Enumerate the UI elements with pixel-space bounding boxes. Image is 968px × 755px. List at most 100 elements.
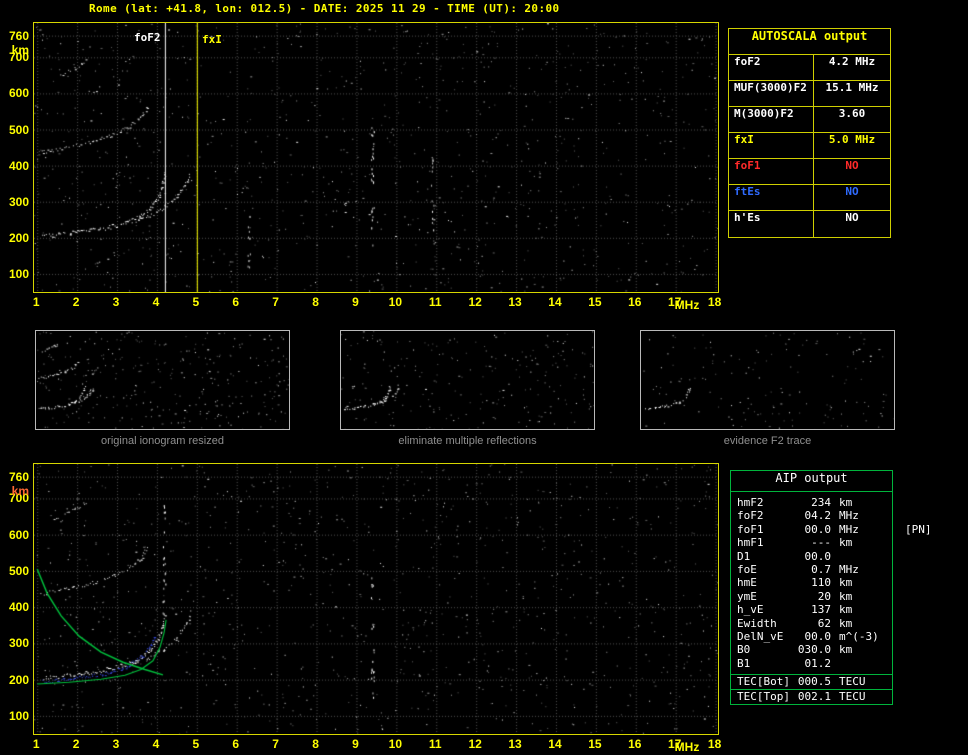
aip-row-value: 110 [811,576,831,590]
ytick-label: km [11,483,29,498]
aip-row: B1 01.2 [737,657,892,670]
aip-row: B0 030.0 km [737,643,892,656]
aip-row-value: 002.1 [797,690,831,704]
xtick-label: 7 [272,295,279,309]
aip-row-label: DelN_vE [737,629,784,643]
aip-row-label: hmE [737,576,757,590]
ytick-label: 200 [8,672,29,687]
aip-row: DelN_vE 00.0 m^(-3) [737,630,892,643]
aip-row: D1 00.0 [737,550,892,563]
xtick-label: 6 [232,295,240,309]
table-row: MUF(3000)F2 15.1 MHz [729,81,890,107]
aip-body: hmF2 234 km foF2 04.2 MHz foF1 00.0 MHz … [731,492,932,674]
aip-row-unit: km [839,576,853,590]
table-row: foF1 NO [729,159,890,185]
autoscala-output-table: AUTOSCALA output foF2 4.2 MHz MUF(3000)F… [728,28,891,238]
autoscala-row-value: 15.1 MHz [825,81,879,94]
aip-output-table: AIP output hmF2 234 km foF2 04.2 MHz foF… [730,470,932,706]
xtick-label: 12 [468,295,482,309]
xtick-label: 14 [548,295,562,309]
xtick-label: 11 [428,295,442,309]
autoscala-row-label: MUF(3000)F2 [729,81,814,106]
aip-row-unit: MHz [839,522,859,536]
aip-row-label: TEC[Bot] [737,675,790,689]
aip-pn-flag: [PN] [905,522,932,536]
mini-panel-original [35,330,290,430]
xtick-label: 4 [152,737,160,751]
autoscala-row-label: M(3000)F2 [729,107,814,132]
ytick-label: km [11,42,29,57]
aip-row-unit: km [839,496,853,509]
aip-row: h_vE 137 km [737,603,892,616]
mini-canvas-filtered [341,331,594,429]
xtick-label: 3 [112,737,120,751]
aip-row-label: foF1 [737,522,764,536]
mini-canvas-original [36,331,289,429]
ytick-label: 100 [8,266,29,281]
table-row: h'Es NO [729,211,890,237]
fxi-annotation-label: fxI [202,33,222,46]
ytick-label: 500 [8,122,29,137]
aip-row-unit: MHz [839,562,859,576]
aip-row-value: 234 [811,496,831,509]
ytick-label: 300 [8,636,29,651]
aip-row-unit: km [839,643,853,657]
xtick-label: 18 [707,295,722,309]
aip-row-value: 00.0 [804,522,832,536]
xtick-label: 9 [352,737,359,751]
aip-row: hmE 110 km [737,576,892,589]
autoscala-row-label: fxI [729,133,814,158]
aip-row-label: B0 [737,643,751,657]
table-row: M(3000)F2 3.60 [729,107,890,133]
aip-row: foE 0.7 MHz [737,563,892,576]
autoscala-row-value: 4.2 MHz [828,55,876,68]
xtick-label: 7 [272,737,279,751]
aip-row-unit: TECU [839,690,866,704]
mini-panel-filtered [340,330,595,430]
aip-row-value: 030.0 [797,643,831,657]
xtick-label: 16 [628,295,642,309]
ytick-label: 400 [8,600,29,615]
aip-row: ymE 20 km [737,590,892,603]
mini-panel-evidence [640,330,895,430]
xtick-label: 12 [468,737,482,751]
autoscala-row-value: NO [845,211,859,224]
autoscala-row-value: 3.60 [838,107,866,120]
ionogram-canvas-top [34,23,718,292]
aip-row-value: 04.2 [804,509,832,523]
xtick-label: 14 [548,737,562,751]
xtick-label: 10 [388,295,403,309]
aip-row-value: 137 [811,603,831,617]
aip-row-value: 0.7 [811,562,831,576]
autoscala-row-label: h'Es [729,211,814,237]
fof2-annotation-label: foF2 [134,31,161,44]
aip-row: hmF1 --- km [737,536,892,549]
aip-row-value: 62 [817,616,831,630]
xtick-label: 18 [707,737,722,751]
xtick-label: 16 [628,737,642,751]
aip-row-value: 20 [817,589,831,603]
aip-row-unit: km [839,603,853,617]
xtick-label: MHz [674,298,700,312]
aip-title: AIP output [731,471,892,492]
xtick-label: 15 [588,295,602,309]
ytick-label: 760 [8,28,29,43]
ytick-label: 760 [8,469,29,484]
ytick-label: 500 [8,563,29,578]
aip-row-value: 00.0 [804,629,832,643]
xtick-label: 4 [152,295,160,309]
autoscala-row-label: foF2 [729,55,814,80]
ytick-label: 600 [8,86,29,101]
aip-row-unit: km [839,536,853,550]
aip-row-label: TEC[Top] [737,690,790,704]
aip-row-value: 01.2 [804,656,832,670]
aip-tec-bottom-row: TEC[Bot] 000.5 TECU [731,674,892,689]
autoscala-row-label: ftEs [729,185,814,210]
aip-row-label: hmF2 [737,496,764,509]
xtick-label: 11 [428,737,442,751]
table-row: fxI 5.0 MHz [729,133,890,159]
autoscala-row-value: NO [845,159,859,172]
xtick-label: 2 [72,737,80,751]
aip-row-unit: MHz [839,509,859,523]
aip-row-value: 00.0 [804,549,832,563]
